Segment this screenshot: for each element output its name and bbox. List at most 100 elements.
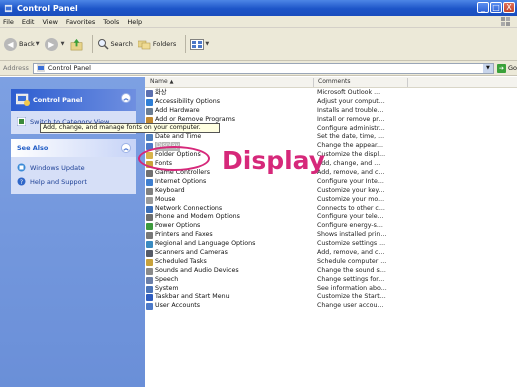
item-comment: Installs and trouble... (317, 106, 384, 114)
list-item[interactable]: Sounds and Audio Devices Change the sound… (146, 267, 516, 276)
item-comment: See information abo... (317, 284, 387, 292)
menu-favorites[interactable]: Favorites (66, 18, 95, 26)
item-name: User Accounts (155, 302, 201, 310)
item-comment: Customize the Start... (317, 293, 386, 301)
item-comment: Configure energy-s... (317, 222, 383, 230)
list-item[interactable]: Scheduled Tasks Schedule computer ... (146, 258, 516, 267)
see-also-box: See Also ︽ Windows Update ? Help and Sup… (11, 139, 136, 194)
see-also-box-body: Windows Update ? Help and Support (11, 157, 136, 194)
item-icon (146, 98, 153, 106)
list-item[interactable]: Power Options Configure energy-s... (146, 222, 516, 231)
control-panel-icon (4, 4, 13, 12)
item-name: Printers and Faxes (155, 231, 213, 239)
back-button[interactable]: ◀ Back ▼ (4, 37, 40, 51)
item-icon (146, 187, 153, 195)
menu-bar: File Edit View Favorites Tools Help (0, 16, 517, 28)
item-icon (146, 241, 153, 249)
list-item[interactable]: Mouse Customize your mo... (146, 196, 516, 205)
list-item[interactable]: User Accounts Change user accou... (146, 302, 516, 311)
windows-logo-icon (501, 17, 510, 26)
item-comment: Customize your mo... (317, 195, 385, 203)
windows-update-link[interactable]: Windows Update (17, 163, 130, 172)
address-dropdown-icon[interactable]: ▼ (482, 63, 493, 73)
comments-column-header[interactable]: Comments (318, 78, 351, 85)
item-name: Phone and Modem Options (155, 213, 240, 221)
address-input[interactable]: Control Panel ▼ (32, 62, 494, 74)
item-comment: Install or remove pr... (317, 115, 385, 123)
item-name: Taskbar and Start Menu (155, 293, 230, 301)
list-item[interactable]: Internet Options Configure your Inte... (146, 178, 516, 187)
item-name: Scanners and Cameras (155, 249, 228, 257)
chevron-down-icon: ▼ (35, 41, 40, 47)
list-item[interactable]: Scanners and Cameras Add, remove, and c..… (146, 249, 516, 258)
item-icon (146, 258, 153, 266)
item-name: Sounds and Audio Devices (155, 266, 239, 274)
column-divider[interactable] (407, 78, 408, 87)
list-item[interactable]: 화상 Microsoft Outlook ... (146, 89, 516, 98)
menu-file[interactable]: File (3, 18, 14, 26)
menu-tools[interactable]: Tools (103, 18, 119, 26)
list-item[interactable]: Regional and Language Options Customize s… (146, 240, 516, 249)
help-icon: ? (17, 177, 26, 186)
menu-help[interactable]: Help (127, 18, 142, 26)
item-icon (146, 196, 153, 204)
item-icon (146, 303, 153, 311)
folders-button[interactable]: Folders (137, 39, 176, 50)
list-item[interactable]: Taskbar and Start Menu Customize the Star… (146, 293, 516, 302)
item-comment: Adjust your comput... (317, 97, 385, 105)
list-item[interactable]: Keyboard Customize your key... (146, 187, 516, 196)
item-icon (146, 134, 153, 142)
item-name: Accessibility Options (155, 97, 221, 105)
item-name: Mouse (155, 195, 176, 203)
close-button[interactable]: X (503, 2, 515, 13)
list-item[interactable]: Accessibility Options Adjust your comput.… (146, 98, 516, 107)
toolbar: ◀ Back ▼ ▶ ▼ Search Folders ▼ (0, 28, 517, 61)
control-panel-box-header[interactable]: Control Panel ︽ (11, 89, 136, 111)
item-name: Add Hardware (155, 106, 200, 114)
list-item[interactable]: Speech Change settings for... (146, 276, 516, 285)
switch-view-icon (17, 117, 26, 126)
list-item[interactable]: Printers and Faxes Shows installed prin..… (146, 231, 516, 240)
windows-update-icon (17, 163, 26, 172)
column-header: Name ▲ Comments (145, 77, 517, 88)
item-comment: Microsoft Outlook ... (317, 89, 381, 96)
item-icon (146, 223, 153, 231)
search-button[interactable]: Search (97, 38, 133, 50)
item-name: Power Options (155, 222, 201, 230)
list-item[interactable]: Add Hardware Installs and trouble... (146, 107, 516, 116)
display-callout-label: Display (222, 146, 326, 175)
collapse-chevron-icon[interactable]: ︽ (121, 93, 131, 103)
item-comment: Connects to other c... (317, 204, 385, 212)
control-panel-icon (36, 64, 45, 72)
collapse-chevron-icon[interactable]: ︽ (121, 143, 131, 153)
item-icon (146, 90, 153, 97)
list-item[interactable]: Date and Time Set the date, time, ... (146, 133, 516, 142)
list-item[interactable]: Phone and Modem Options Configure your te… (146, 213, 516, 222)
list-item[interactable]: System See information abo... (146, 285, 516, 294)
item-comment: Schedule computer ... (317, 257, 387, 265)
list-item[interactable]: Network Connections Connects to other c..… (146, 205, 516, 214)
name-column-header[interactable]: Name ▲ (150, 78, 173, 85)
go-button[interactable]: ➔ Go (496, 63, 517, 73)
minimize-button[interactable]: _ (477, 2, 489, 13)
forward-button[interactable]: ▶ ▼ (44, 37, 65, 51)
up-folder-icon (70, 38, 82, 50)
menu-edit[interactable]: Edit (22, 18, 35, 26)
maximize-button[interactable]: □ (490, 2, 502, 13)
column-divider[interactable] (313, 78, 314, 87)
item-icon (146, 232, 153, 240)
up-folder-button[interactable] (70, 38, 83, 51)
see-also-box-header[interactable]: See Also ︽ (11, 139, 136, 157)
item-comment: Shows installed prin... (317, 231, 387, 239)
views-button[interactable]: ▼ (190, 38, 209, 50)
menu-view[interactable]: View (42, 18, 57, 26)
title-bar: Control Panel _ □ X (0, 0, 517, 16)
list-item[interactable]: Game Controllers Add, remove, and c... (146, 169, 516, 178)
forward-arrow-icon: ▶ (44, 37, 58, 51)
back-arrow-icon: ◀ (4, 37, 17, 51)
help-and-support-link[interactable]: ? Help and Support (17, 177, 130, 186)
item-icon (146, 250, 153, 258)
item-icon (146, 294, 153, 302)
item-comment: Configure administr... (317, 124, 385, 132)
item-icon (146, 285, 153, 293)
